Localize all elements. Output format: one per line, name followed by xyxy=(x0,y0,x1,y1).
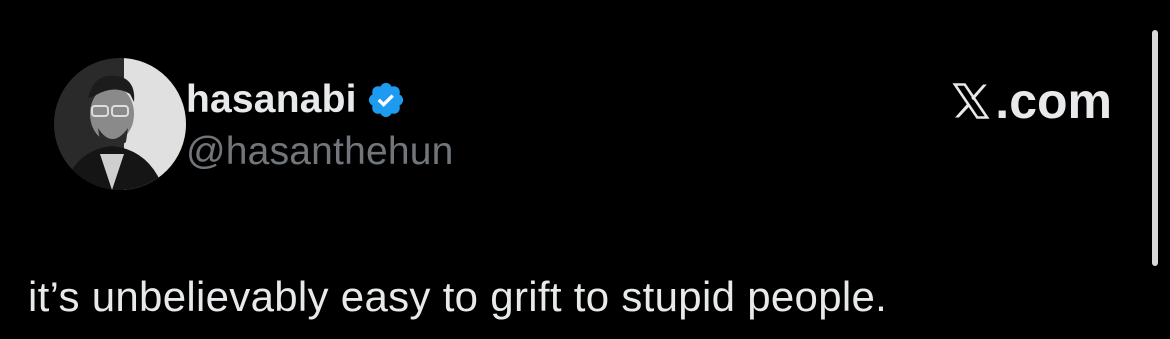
tweet-card: hasanabi @hasanthehun .com it’s unbeliev… xyxy=(0,0,1170,339)
x-logo-icon xyxy=(952,83,990,119)
tweet-text: it’s unbelievably easy to grift to stupi… xyxy=(28,273,888,320)
x-com-brand: .com xyxy=(949,72,1112,130)
avatar[interactable] xyxy=(54,58,186,190)
author-handle[interactable]: @hasanthehun xyxy=(186,130,454,174)
verified-badge-icon xyxy=(368,82,403,118)
avatar-photo xyxy=(54,58,186,190)
author-name-row[interactable]: hasanabi xyxy=(186,74,406,126)
brand-domain-label: .com xyxy=(995,73,1112,129)
author-display-name[interactable]: hasanabi xyxy=(186,78,357,122)
scrollbar[interactable] xyxy=(1152,30,1158,266)
